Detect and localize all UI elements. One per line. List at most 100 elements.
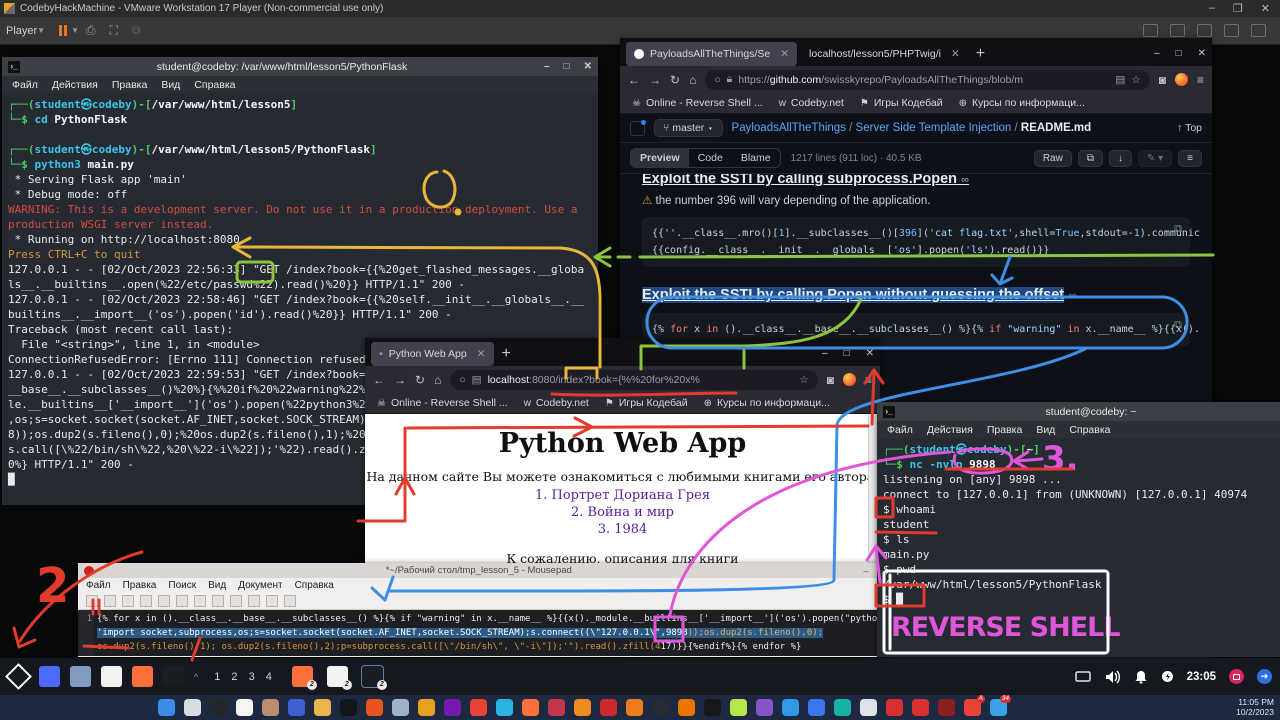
close-icon[interactable]	[158, 595, 170, 607]
screen-lock-icon[interactable]	[1229, 669, 1244, 684]
bookmark-star-icon[interactable]: ☆	[799, 374, 808, 386]
edit-icon[interactable]: ✎ ▾	[1138, 150, 1172, 167]
taskbar-maps-icon[interactable]	[808, 699, 825, 716]
device-disk-icon[interactable]	[1170, 24, 1185, 37]
back-icon[interactable]: ←	[373, 373, 385, 387]
taskbar-blender-icon[interactable]	[678, 699, 695, 716]
taskbar-gauge-icon[interactable]	[210, 699, 227, 716]
device-usb-icon[interactable]	[1197, 24, 1212, 37]
taskbar-start-icon[interactable]	[158, 699, 175, 716]
player-menu[interactable]: Player	[6, 25, 37, 37]
power-options-caret[interactable]: ▼	[71, 26, 79, 35]
taskbar-obs-icon[interactable]	[652, 699, 669, 716]
pocket-icon[interactable]: ◙	[1159, 73, 1166, 87]
bookmark-item[interactable]: ☠Online - Reverse Shell ...	[377, 397, 508, 409]
vmware-maximize-button[interactable]: ❐	[1233, 2, 1243, 15]
taskbar-portrait-icon[interactable]	[262, 699, 279, 716]
tab-blame[interactable]: Blame	[732, 149, 780, 167]
windows-clock[interactable]: 11:05 PM 10/2/2023	[1236, 697, 1274, 717]
updates-icon[interactable]: ➔	[1257, 669, 1272, 684]
new-tab-button[interactable]: +	[976, 45, 985, 63]
tab-close-icon[interactable]: ✕	[951, 48, 960, 60]
menu-item-Действия[interactable]: Действия	[927, 424, 973, 436]
menu-item-Правка[interactable]: Правка	[112, 79, 147, 91]
bookmark-item[interactable]: wCodeby.net	[524, 397, 589, 409]
book-link[interactable]: 1. Портрет Дориана Грея	[365, 488, 880, 503]
menu-item-Поиск[interactable]: Поиск	[168, 580, 196, 591]
menu-item-Вид[interactable]: Вид	[208, 580, 226, 591]
taskbar-shotcut-icon[interactable]	[600, 699, 617, 716]
taskbar-wings-icon[interactable]	[860, 699, 877, 716]
breadcrumb-repo-link[interactable]: PayloadsAllTheThings	[732, 122, 846, 134]
tab-close-icon[interactable]: ✕	[780, 48, 789, 60]
paste-icon[interactable]	[248, 595, 260, 607]
firefox-icon[interactable]: 2	[292, 666, 313, 687]
window-minimize-button[interactable]: –	[822, 348, 828, 359]
taskbar-skype-icon[interactable]: 34	[990, 699, 1007, 716]
bookmark-item[interactable]: ⊕Курсы по информаци...	[704, 397, 830, 409]
tab-close-icon[interactable]: ✕	[477, 348, 486, 360]
kali-menu-icon[interactable]	[8, 666, 29, 687]
app-menu-icon[interactable]: ≡	[1197, 73, 1204, 87]
tracking-shield-icon[interactable]: ○	[714, 74, 720, 86]
reload-icon[interactable]: ↻	[670, 73, 680, 87]
taskbar-ubuntu-icon[interactable]	[366, 699, 383, 716]
maximize-button[interactable]: □	[564, 61, 570, 72]
taskbar-calendar-icon[interactable]	[288, 699, 305, 716]
menu-item-Вид[interactable]: Вид	[161, 79, 180, 91]
scroll-to-top-button[interactable]: ↑ Top	[1177, 122, 1202, 134]
taskbar-search-icon[interactable]	[184, 699, 201, 716]
forward-icon[interactable]: →	[649, 73, 661, 87]
bookmark-item[interactable]: ☠Online - Reverse Shell ...	[632, 97, 763, 109]
window-close-button[interactable]: ✕	[1198, 48, 1206, 59]
menu-item-Документ[interactable]: Документ	[238, 580, 282, 591]
pocket-icon[interactable]: ◙	[827, 373, 834, 387]
mousepad-icon[interactable]: 2	[327, 666, 348, 687]
firefox-icon[interactable]	[132, 666, 153, 687]
close-button[interactable]: ✕	[584, 61, 592, 72]
editor-text[interactable]: {% for x in ().__class__.__base__.__subc…	[94, 610, 888, 656]
new-icon[interactable]	[86, 595, 98, 607]
minimize-button[interactable]: –	[544, 61, 550, 72]
volume-icon[interactable]	[1104, 670, 1121, 684]
terminal-icon[interactable]	[163, 666, 184, 687]
device-sound-icon[interactable]	[1224, 24, 1239, 37]
back-icon[interactable]: ←	[628, 73, 640, 87]
taskbar-visual-studio-icon[interactable]	[756, 699, 773, 716]
open-icon[interactable]	[104, 595, 116, 607]
mousepad-titlebar[interactable]: *~/Рабочий стол/tmp_lesson_5 - Mousepad …	[78, 563, 890, 578]
menu-item-Файл[interactable]: Файл	[887, 424, 913, 436]
home-icon[interactable]: ⌂	[434, 373, 441, 387]
window-close-button[interactable]: ✕	[866, 348, 874, 359]
device-network-icon[interactable]	[1143, 24, 1158, 37]
tab-preview[interactable]: Preview	[631, 149, 689, 167]
device-display-icon[interactable]	[1251, 24, 1266, 37]
app-menu-icon[interactable]: ≡	[865, 373, 872, 387]
taskbar-photos-icon[interactable]	[548, 699, 565, 716]
cut-icon[interactable]	[212, 595, 224, 607]
vmware-close-button[interactable]: ✕	[1261, 2, 1270, 15]
minimize-button[interactable]: –	[864, 566, 869, 576]
taskbar-pycharm-icon[interactable]	[730, 699, 747, 716]
tab-code[interactable]: Code	[689, 149, 732, 167]
taskbar-onenote-icon[interactable]	[444, 699, 461, 716]
send-ctrl-alt-del-icon[interactable]: ⎙	[86, 23, 96, 38]
power-manager-icon[interactable]	[1161, 670, 1174, 683]
panel-expand-caret[interactable]: ^	[194, 672, 198, 682]
file-tree-icon[interactable]	[630, 121, 645, 136]
mousepad-icon[interactable]	[101, 666, 122, 687]
taskbar-chrome-icon[interactable]	[470, 699, 487, 716]
terminal-icon[interactable]: 2	[362, 666, 383, 687]
mousepad-editor[interactable]: 1 {% for x in ().__class__.__base__.__su…	[78, 610, 890, 656]
url-bar[interactable]: ○ 🔒︎ https://github.com/swisskyrepo/Payl…	[705, 70, 1149, 90]
home-icon[interactable]: ⌂	[689, 73, 696, 87]
url-bar[interactable]: ○ ▤ localhost:8080/index?book={%%20for%2…	[450, 370, 817, 390]
reader-mode-icon[interactable]: ▤	[1115, 74, 1125, 86]
taskbar-firefox-icon[interactable]	[522, 699, 539, 716]
menu-item-Правка[interactable]: Правка	[987, 424, 1022, 436]
replace-icon[interactable]	[284, 595, 296, 607]
menu-item-Правка[interactable]: Правка	[123, 580, 157, 591]
pause-vm-button[interactable]	[59, 25, 67, 36]
book-link[interactable]: 2. Война и мир	[365, 505, 880, 520]
outline-icon[interactable]: ≡	[1178, 150, 1202, 167]
